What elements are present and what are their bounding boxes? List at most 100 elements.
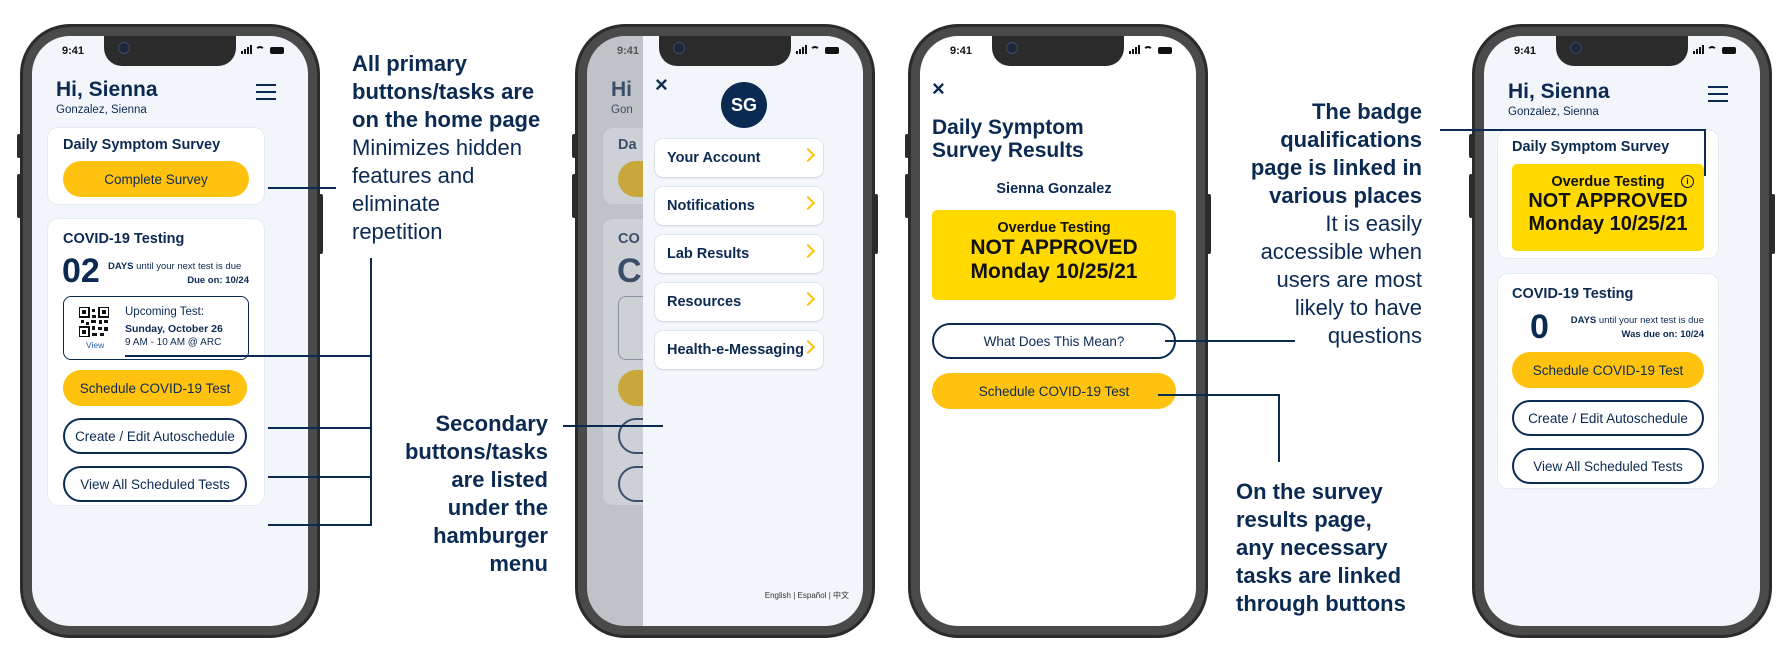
connector-complete-survey xyxy=(268,187,336,189)
language-switcher: English | Español | 中文 xyxy=(764,591,849,600)
results-title: Daily Symptom Survey Results xyxy=(932,116,1084,162)
greeting: Hi, Sienna xyxy=(1508,80,1610,103)
home-badge-screen: 9:41 Hi, Sienna Gonzalez, Sienna Daily S… xyxy=(1484,36,1760,626)
menu-item-lab-results[interactable]: Lab Results xyxy=(655,235,823,273)
connector-schedule-results xyxy=(1158,394,1280,396)
annotation-line: qualifications xyxy=(1280,127,1422,152)
what-does-this-mean-button[interactable]: What Does This Mean? xyxy=(932,323,1176,359)
wifi-icon xyxy=(1143,46,1153,54)
menu-item-label: Notifications xyxy=(667,198,755,214)
menu-screen: 9:41 Hi Gon Da CO C × SG Your Account No… xyxy=(587,36,863,626)
schedule-test-button[interactable]: Schedule COVID-19 Test xyxy=(63,370,247,406)
menu-item-label: Lab Results xyxy=(667,246,750,262)
autoschedule-button[interactable]: Create / Edit Autoschedule xyxy=(1512,400,1704,436)
covid-card: COVID-19 Testing 02 DAYS until your next… xyxy=(48,219,264,505)
annotation-line: buttons/tasks xyxy=(404,439,548,464)
annotation-line: eliminate xyxy=(352,191,441,216)
survey-card: Daily Symptom Survey Overdue Testing NOT… xyxy=(1498,130,1718,258)
covid-title: COVID-19 Testing xyxy=(63,231,185,247)
phone-home-badge: 9:41 Hi, Sienna Gonzalez, Sienna Daily S… xyxy=(1469,24,1775,638)
info-icon-glyph: i xyxy=(1686,177,1689,186)
days-text: DAYS until your next test is due xyxy=(1570,315,1704,326)
battery-icon xyxy=(1158,47,1172,54)
battery-icon xyxy=(1722,47,1736,54)
chevron-right-icon xyxy=(800,195,816,211)
menu-item-your-account[interactable]: Your Account xyxy=(655,139,823,177)
peek-greeting: Hi xyxy=(611,78,632,101)
peek-days: C xyxy=(617,252,642,290)
approval-badge[interactable]: Overdue Testing NOT APPROVED Monday 10/2… xyxy=(1512,164,1704,251)
survey-title: Daily Symptom Survey xyxy=(63,137,221,153)
status-bar: 9:41 xyxy=(1484,36,1760,66)
annotation-line: likely to have xyxy=(1294,295,1422,320)
survey-card: Daily Symptom Survey Complete Survey xyxy=(48,128,264,204)
battery-icon xyxy=(825,47,839,54)
menu-item-label: Health-e-Messaging xyxy=(667,342,804,358)
annotation-badge: The badge qualifications page is linked … xyxy=(1200,98,1422,350)
peek-subname: Gon xyxy=(611,104,633,116)
connector-view-all xyxy=(268,524,372,526)
status-time: 9:41 xyxy=(1514,45,1537,57)
schedule-test-button[interactable]: Schedule COVID-19 Test xyxy=(932,373,1176,409)
view-all-tests-button[interactable]: View All Scheduled Tests xyxy=(63,466,247,502)
status-time: 9:41 xyxy=(617,45,640,57)
lang-chinese[interactable]: 中文 xyxy=(833,591,849,600)
hamburger-menu-icon[interactable] xyxy=(1708,86,1728,102)
lang-espanol[interactable]: Español xyxy=(798,591,827,600)
close-icon[interactable]: × xyxy=(932,76,945,102)
annotation-line: All primary xyxy=(352,51,467,76)
connector-bracket-vertical xyxy=(370,258,372,525)
greeting: Hi, Sienna xyxy=(56,78,158,101)
qr-code-icon[interactable] xyxy=(79,307,109,337)
view-all-tests-button[interactable]: View All Scheduled Tests xyxy=(1512,448,1704,484)
status-time: 9:41 xyxy=(950,45,973,57)
badge-status-line: Overdue Testing xyxy=(997,220,1111,236)
upcoming-time: 9 AM - 10 AM @ ARC xyxy=(125,337,222,348)
annotation-line: under the xyxy=(447,495,548,520)
covid-title: COVID-19 Testing xyxy=(1512,286,1634,302)
home-screen: 9:41 Hi, Sienna Gonzalez, Sienna Daily S… xyxy=(32,36,308,626)
menu-drawer: × SG Your Account Notifications Lab Resu… xyxy=(643,36,863,626)
connector-autoschedule xyxy=(268,476,372,478)
menu-item-health-e-messaging[interactable]: Health-e-Messaging xyxy=(655,331,823,369)
hamburger-menu-icon[interactable] xyxy=(256,84,276,100)
upcoming-label: Upcoming Test: xyxy=(125,306,205,318)
approval-badge[interactable]: Overdue Testing NOT APPROVED Monday 10/2… xyxy=(932,210,1176,300)
autoschedule-button[interactable]: Create / Edit Autoschedule xyxy=(63,418,247,454)
survey-title: Daily Symptom Survey xyxy=(1512,139,1670,155)
days-number: 0 xyxy=(1530,308,1549,346)
avatar: SG xyxy=(721,82,767,128)
qr-view-link[interactable]: View xyxy=(86,340,104,350)
avatar-initials: SG xyxy=(730,94,757,115)
annotation-line: On the survey xyxy=(1236,479,1383,504)
connector-badge-down xyxy=(1704,129,1706,176)
results-name: Sienna Gonzalez xyxy=(996,181,1112,197)
due-date: Due on: 10/24 xyxy=(187,275,249,286)
schedule-test-button[interactable]: Schedule COVID-19 Test xyxy=(1512,352,1704,388)
annotation-line: results page, xyxy=(1236,507,1372,532)
lang-english[interactable]: English xyxy=(765,591,791,600)
results-title-line: Daily Symptom xyxy=(932,116,1084,139)
connector-secondary xyxy=(563,425,663,427)
wifi-icon xyxy=(810,46,820,54)
upcoming-test-card[interactable]: View Upcoming Test: Sunday, October 26 9… xyxy=(63,296,249,360)
menu-item-resources[interactable]: Resources xyxy=(655,283,823,321)
chevron-right-icon xyxy=(800,147,816,163)
badge-approval: NOT APPROVED xyxy=(970,236,1138,259)
connector-badge xyxy=(1440,129,1706,131)
results-screen: 9:41 × Daily Symptom Survey Results Sien… xyxy=(920,36,1196,626)
phone-menu: 9:41 Hi Gon Da CO C × SG Your Account No… xyxy=(572,24,878,638)
complete-survey-button[interactable]: Complete Survey xyxy=(63,161,249,197)
wifi-icon xyxy=(1707,46,1717,54)
annotation-line: The badge xyxy=(1311,99,1422,124)
annotation-line: hamburger xyxy=(433,523,548,548)
info-icon[interactable]: i xyxy=(1681,175,1694,188)
close-icon[interactable]: × xyxy=(655,72,668,98)
menu-item-notifications[interactable]: Notifications xyxy=(655,187,823,225)
connector-upcoming xyxy=(125,355,372,357)
annotation-line: It is easily xyxy=(1325,211,1422,236)
annotation-line: buttons/tasks are xyxy=(352,79,535,104)
signal-icon xyxy=(796,45,807,54)
annotation-line: repetition xyxy=(352,219,443,244)
annotation-line: through buttons xyxy=(1236,591,1406,616)
